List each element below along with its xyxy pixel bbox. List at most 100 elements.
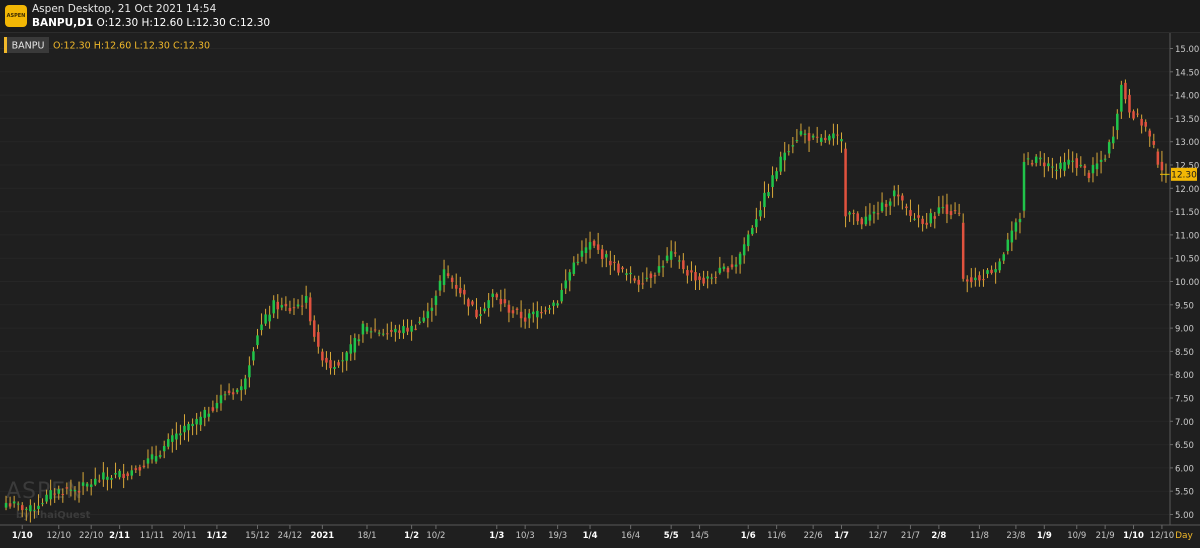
candle-body	[483, 308, 486, 312]
candle-body	[868, 214, 872, 221]
candle-body	[803, 133, 807, 135]
candle-body	[815, 136, 819, 138]
candle-body	[175, 433, 178, 440]
candle-body	[329, 360, 332, 369]
candle-body	[1075, 158, 1079, 168]
candle-body	[751, 227, 754, 235]
candle-body	[167, 439, 170, 447]
candle-body	[272, 300, 275, 314]
y-tick-label: 5.00	[1175, 511, 1194, 521]
x-tick-label: 12/10	[1150, 531, 1175, 541]
x-tick-label: 21/7	[901, 531, 920, 541]
candle-body	[353, 338, 357, 353]
aspen-logo-icon[interactable]: ASPEN	[5, 5, 27, 27]
x-tick-label: 12/7	[868, 531, 887, 541]
watermark-brand: ASPEN	[6, 479, 84, 504]
grid	[0, 48, 1170, 515]
candle-body	[8, 503, 12, 507]
candle-body	[978, 275, 981, 281]
candle-body	[345, 352, 348, 361]
price-chart[interactable]: ASPEN by ThaiQuest 5.00 5.50 6.00 6.50 7.00 7…	[0, 33, 1200, 544]
candle-body	[698, 276, 701, 280]
x-tick-label: 2021	[311, 531, 335, 541]
candle-body	[982, 279, 985, 281]
candle-body	[828, 135, 831, 141]
period-label[interactable]: Day	[1175, 531, 1193, 541]
candle-body	[957, 212, 961, 214]
candle-body	[941, 207, 945, 209]
candle-body	[722, 266, 726, 269]
candle-body	[961, 222, 965, 279]
y-tick-label: 10.50	[1175, 255, 1199, 265]
candle-body	[888, 201, 892, 206]
candle-body	[248, 365, 251, 378]
candle-body	[986, 270, 989, 274]
candle-body	[669, 251, 673, 260]
candle-body	[317, 332, 320, 347]
x-tick-label: 1/4	[583, 531, 598, 541]
candle-body	[767, 192, 770, 197]
candle-body	[1160, 161, 1164, 171]
x-tick-label: 2/11	[109, 531, 130, 541]
candle-body	[746, 234, 750, 247]
y-tick-label: 7.50	[1175, 395, 1194, 405]
candle-body	[653, 275, 657, 277]
candle-body	[268, 314, 271, 322]
candle-body	[69, 489, 73, 491]
legend-ohlc: O:12.30 H:12.60 L:12.30 C:12.30	[53, 41, 210, 52]
candle-body	[1132, 111, 1135, 119]
candle-body	[1051, 166, 1054, 168]
x-tick-label: 1/2	[404, 531, 419, 541]
last-price-value: 12.30	[1171, 170, 1197, 180]
candle-body	[1047, 163, 1050, 167]
candle-body	[154, 456, 158, 462]
x-tick-label: 1/3	[489, 531, 504, 541]
candle-body	[905, 206, 908, 209]
x-tick-label: 1/9	[1037, 531, 1052, 541]
candle-body	[649, 273, 653, 278]
candle-body	[41, 503, 44, 505]
candle-body	[85, 483, 89, 487]
candle-body	[856, 213, 859, 222]
candle-body	[1043, 162, 1046, 167]
candle-body	[150, 454, 154, 460]
x-tick-label: 18/1	[357, 531, 376, 541]
candle-body	[398, 330, 401, 333]
candle-body	[811, 135, 815, 138]
candle-body	[734, 264, 738, 267]
candle-body	[970, 277, 973, 283]
candle-body	[580, 250, 584, 257]
candle-body	[1156, 151, 1160, 165]
candle-body	[953, 210, 957, 212]
candle-body	[897, 194, 900, 197]
candle-body	[377, 332, 381, 334]
candle-body	[1059, 162, 1062, 169]
candle-body	[844, 148, 847, 217]
x-tick-label: 12/10	[47, 531, 72, 541]
candle-body	[304, 295, 308, 303]
candle-body	[832, 133, 835, 139]
candle-body	[361, 323, 365, 335]
candle-body	[738, 253, 742, 265]
candle-body	[325, 357, 328, 363]
candle-body	[1152, 140, 1156, 145]
candle-body	[110, 477, 113, 480]
candle-body	[394, 328, 397, 333]
candle-body	[203, 409, 207, 418]
candle-body	[73, 489, 77, 492]
chart-area[interactable]: ASPEN by ThaiQuest 5.00 5.50 6.00 6.50 7.00 7…	[0, 33, 1200, 544]
x-tick-label: 23/8	[1006, 531, 1025, 541]
x-tick-label: 5/5	[664, 531, 679, 541]
candle	[844, 142, 847, 228]
candle-body	[183, 425, 186, 433]
x-tick-label: 20/11	[172, 531, 197, 541]
candle-body	[142, 465, 146, 468]
candle-body	[596, 244, 600, 250]
title-bar: ASPEN Aspen Desktop, 21 Oct 2021 14:54 B…	[0, 0, 1200, 33]
candle-body	[507, 304, 511, 313]
candle-body	[260, 324, 263, 331]
candle-body	[1030, 163, 1034, 165]
candle-body	[673, 252, 677, 254]
candle-body	[775, 171, 778, 179]
x-tick-label: 1/12	[206, 531, 227, 541]
